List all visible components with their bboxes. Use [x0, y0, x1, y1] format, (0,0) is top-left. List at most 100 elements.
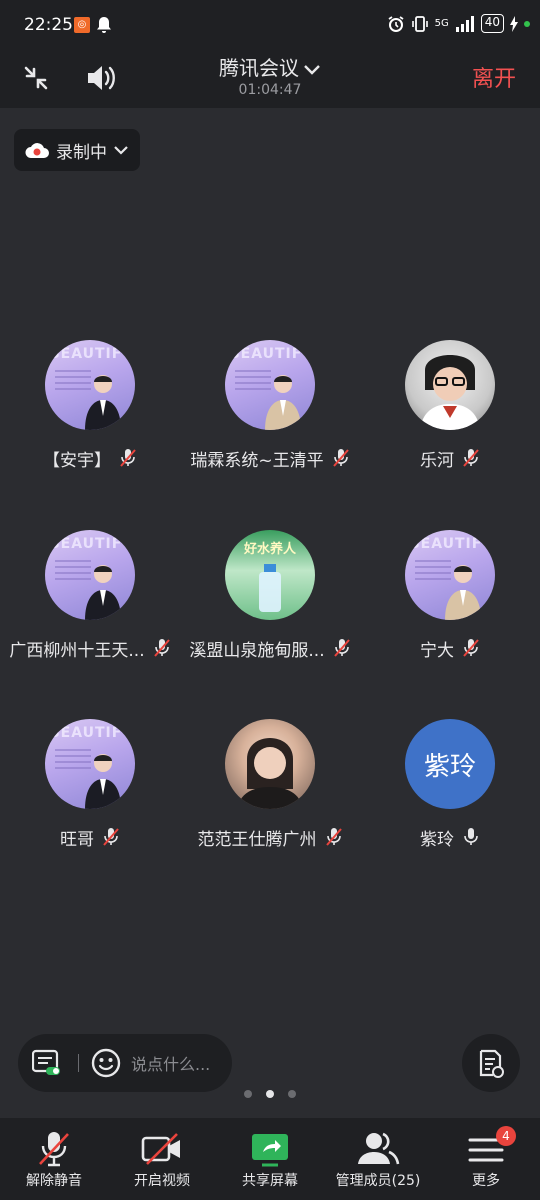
poster-text: BEAUTIFY	[229, 346, 314, 362]
app-notification-icon: ◎	[74, 17, 90, 33]
emoji-icon[interactable]	[91, 1048, 121, 1078]
mic-muted-icon	[153, 639, 170, 657]
poster-text: BEAUTIFY	[49, 536, 134, 552]
poster-text: BEAUTIFY	[49, 725, 134, 741]
recording-label: 录制中	[56, 142, 107, 163]
participant-tile[interactable]: 好水养人溪盟山泉施甸服...	[180, 530, 360, 661]
participant-name-row: 宁大	[420, 636, 480, 661]
leave-button[interactable]: 离开	[472, 61, 516, 93]
participant-tile[interactable]: BEAUTIFY 【安宇】	[0, 340, 180, 471]
participant-tile[interactable]: 范范王仕腾广州	[180, 719, 360, 850]
participant-name-row: 瑞霖系统~王清平	[190, 446, 349, 471]
participant-name: 溪盟山泉施甸服...	[189, 640, 325, 661]
start-video-button[interactable]: 开启视频	[108, 1118, 216, 1200]
participant-name-row: 旺哥	[60, 825, 120, 850]
poster-text: BEAUTIFY	[409, 536, 494, 552]
participant-tile[interactable]: 紫玲 紫玲	[360, 719, 540, 850]
participant-tile[interactable]: BEAUTIFY 旺哥	[0, 719, 180, 850]
chat-separator	[78, 1054, 79, 1072]
participant-tile[interactable]: BEAUTIFY 广西柳州十王天...	[0, 530, 180, 661]
cloud-recording-icon	[25, 143, 49, 158]
participant-name: 广西柳州十王天...	[9, 640, 145, 661]
participant-name: 乐河	[420, 450, 454, 471]
privacy-indicator-dot	[524, 20, 530, 27]
mic-muted-icon	[332, 449, 349, 467]
mic-muted-icon	[325, 828, 342, 846]
network-type: 5G	[434, 17, 449, 29]
meeting-timer: 01:04:47	[238, 82, 302, 98]
more-label: 更多	[472, 1173, 500, 1189]
alarm-icon	[388, 15, 404, 32]
share-screen-icon	[252, 1134, 288, 1167]
chat-placeholder[interactable]: 说点什么...	[131, 1051, 210, 1075]
members-icon	[358, 1132, 400, 1165]
unmute-button[interactable]: 解除静音	[0, 1118, 108, 1200]
participant-name: 紫玲	[420, 829, 454, 850]
bottom-toolbar: 解除静音 开启视频 共享屏幕 管理成员(25) 更多 4	[0, 1118, 540, 1200]
participant-tile[interactable]: BEAUTIFY 瑞霖系统~王清平	[180, 340, 360, 471]
status-right: 5G 40	[387, 14, 530, 33]
recording-status-button[interactable]: 录制中	[14, 129, 140, 171]
participant-avatar: 好水养人	[225, 530, 315, 620]
participant-name: 瑞霖系统~王清平	[190, 450, 324, 471]
participant-name: 宁大	[420, 640, 454, 661]
page-indicator[interactable]	[0, 1090, 540, 1098]
participant-name-row: 紫玲	[420, 825, 480, 850]
mic-muted-icon	[463, 639, 479, 657]
participant-name-row: 范范王仕腾广州	[197, 825, 343, 850]
page-dot[interactable]	[244, 1090, 252, 1098]
meeting-title-text: 腾讯会议	[219, 56, 299, 80]
bell-icon	[97, 17, 111, 33]
meeting-notes-button[interactable]	[462, 1034, 520, 1092]
camera-off-icon	[141, 1133, 180, 1165]
participant-tile[interactable]: BEAUTIFY 宁大	[360, 530, 540, 661]
participant-avatar	[225, 719, 315, 809]
share-screen-label: 共享屏幕	[242, 1173, 298, 1189]
share-screen-button[interactable]: 共享屏幕	[216, 1118, 324, 1200]
chevron-down-icon	[114, 146, 128, 155]
page-dot-active[interactable]	[266, 1090, 274, 1098]
participant-name-row: 溪盟山泉施甸服...	[189, 636, 350, 661]
mic-muted-icon	[333, 639, 350, 657]
participant-avatar: BEAUTIFY	[405, 530, 495, 620]
meeting-title[interactable]: 腾讯会议	[0, 52, 540, 81]
signal-icon	[455, 15, 474, 32]
mic-muted-icon	[103, 828, 119, 846]
manage-members-button[interactable]: 管理成员(25)	[324, 1118, 432, 1200]
participant-avatar	[405, 340, 495, 430]
participant-avatar: BEAUTIFY	[45, 530, 135, 620]
participant-avatar: BEAUTIFY	[225, 340, 315, 430]
participant-tile[interactable]: 乐河	[360, 340, 540, 471]
barrage-toggle-icon[interactable]	[32, 1049, 62, 1077]
mic-muted-icon	[120, 449, 136, 467]
chevron-down-icon	[304, 64, 320, 75]
meeting-header: 腾讯会议 01:04:47 离开	[0, 52, 540, 108]
status-time: 22:25	[24, 15, 73, 35]
battery-level: 40	[480, 14, 504, 33]
participant-avatar: BEAUTIFY	[45, 719, 135, 809]
participant-avatar: BEAUTIFY	[45, 340, 135, 430]
chat-input-bar[interactable]: 说点什么...	[18, 1034, 232, 1092]
more-button[interactable]: 更多 4	[432, 1118, 540, 1200]
notification-badge: 4	[496, 1126, 516, 1146]
mic-muted-icon	[39, 1132, 69, 1167]
participant-name: 范范王仕腾广州	[197, 829, 317, 850]
participant-avatar: 紫玲	[405, 719, 495, 809]
charging-icon	[510, 15, 518, 32]
participant-name: 【安宇】	[43, 450, 111, 471]
participant-name-row: 【安宇】	[43, 446, 137, 471]
mic-muted-icon	[463, 449, 479, 467]
document-icon	[479, 1049, 504, 1078]
participant-name: 旺哥	[60, 829, 94, 850]
participant-name-row: 乐河	[420, 446, 480, 471]
participant-name-row: 广西柳州十王天...	[9, 636, 170, 661]
start-video-label: 开启视频	[134, 1173, 190, 1189]
manage-members-label: 管理成员(25)	[335, 1173, 421, 1189]
vibrate-icon	[411, 15, 428, 32]
ad-title: 好水养人	[243, 542, 296, 557]
status-bar: 22:25 ◎ 5G 40	[0, 0, 540, 52]
poster-text: BEAUTIFY	[49, 346, 134, 362]
unmute-label: 解除静音	[26, 1173, 82, 1189]
mic-icon	[464, 828, 478, 845]
page-dot[interactable]	[288, 1090, 296, 1098]
